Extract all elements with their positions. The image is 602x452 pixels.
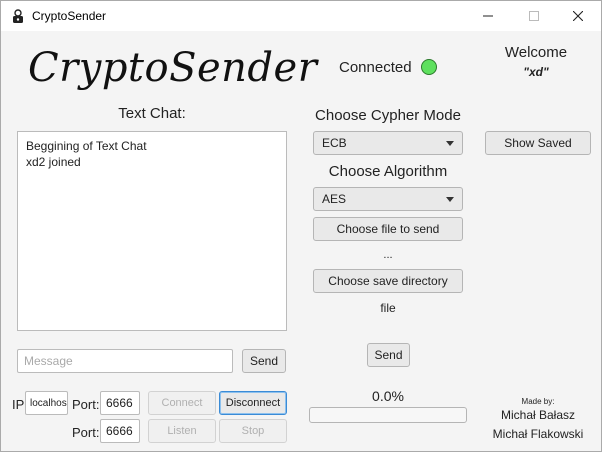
lock-person-icon — [10, 8, 26, 24]
chevron-down-icon — [446, 196, 454, 202]
algorithm-select[interactable]: AES — [313, 187, 463, 211]
maximize-button[interactable] — [511, 1, 557, 31]
choose-save-directory-button[interactable]: Choose save directory — [313, 269, 463, 293]
progress-label: 0.0% — [372, 388, 404, 404]
choose-file-button[interactable]: Choose file to send — [313, 217, 463, 241]
minimize-button[interactable] — [465, 1, 511, 31]
selected-file-label: ... — [383, 249, 393, 261]
stop-button[interactable]: Stop — [219, 419, 287, 443]
chat-line: xd2 joined — [26, 155, 81, 169]
algorithm-value: AES — [322, 192, 347, 206]
listen-button[interactable]: Listen — [148, 419, 216, 443]
port-label: Port: — [72, 397, 100, 412]
chevron-down-icon — [446, 140, 454, 146]
chat-log[interactable]: Beggining of Text Chat xd2 joined — [17, 131, 287, 331]
listen-port-input[interactable]: 6666 — [100, 419, 140, 443]
chat-label: Text Chat: — [118, 105, 186, 122]
username-label: "xd" — [523, 65, 549, 79]
message-input[interactable]: Message — [17, 349, 233, 373]
save-directory-label: file — [380, 301, 396, 315]
connect-button[interactable]: Connect — [148, 391, 216, 415]
port-input[interactable]: 6666 — [100, 391, 140, 415]
cypher-mode-value: ECB — [322, 136, 347, 150]
ip-label: IP — [12, 397, 25, 412]
window-title: CryptoSender — [32, 9, 107, 23]
send-file-button[interactable]: Send — [367, 343, 410, 367]
welcome-label: Welcome — [504, 44, 568, 61]
cypher-mode-label: Choose Cypher Mode — [315, 107, 461, 124]
chat-line: Beggining of Text Chat — [26, 139, 147, 153]
connection-status: Connected — [339, 59, 412, 76]
author-name: Michał Bałasz — [500, 408, 576, 422]
show-saved-button[interactable]: Show Saved — [485, 131, 591, 155]
cypher-mode-select[interactable]: ECB — [313, 131, 463, 155]
made-by-label: Made by: — [521, 397, 555, 406]
close-button[interactable] — [555, 1, 601, 31]
algorithm-label: Choose Algorithm — [328, 163, 448, 180]
title-bar: CryptoSender — [1, 1, 601, 31]
disconnect-button[interactable]: Disconnect — [219, 391, 287, 415]
app-window: CryptoSender CryptoSender Connected Welc… — [0, 0, 602, 452]
app-logo: CryptoSender — [28, 45, 318, 91]
ip-input[interactable]: localhos — [25, 391, 68, 415]
progress-bar — [309, 407, 467, 423]
status-indicator-icon — [421, 59, 437, 75]
author-name: Michał Flakowski — [492, 427, 584, 441]
send-message-button[interactable]: Send — [242, 349, 286, 373]
listen-port-label: Port: — [72, 425, 100, 440]
